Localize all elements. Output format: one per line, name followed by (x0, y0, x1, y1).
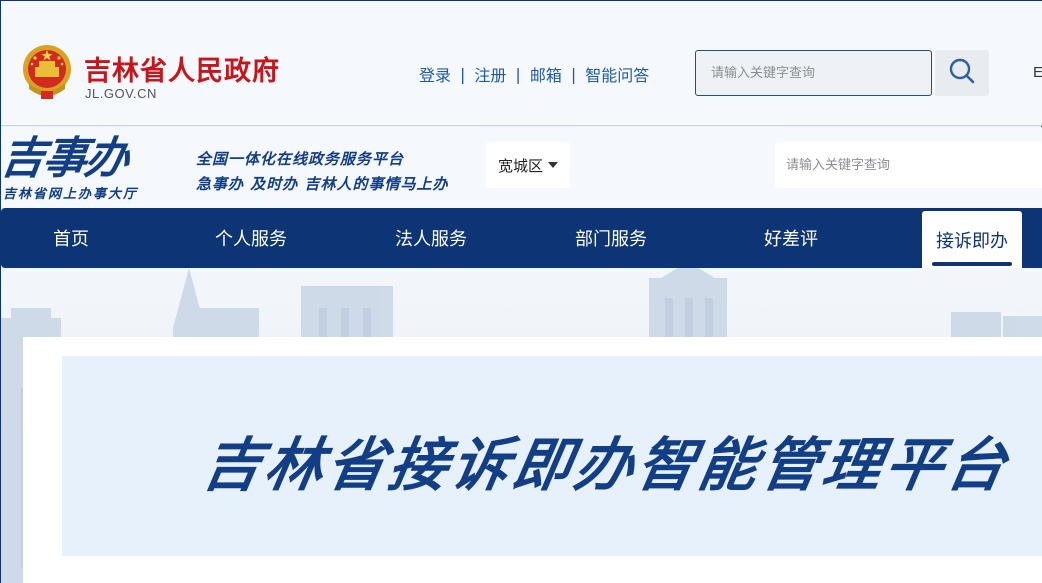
smart-qa-link[interactable]: 智能问答 (585, 62, 649, 86)
site-title[interactable]: 吉林省人民政府 (84, 49, 280, 88)
nav-item-department-services[interactable]: 部门服务 (551, 208, 671, 268)
nav-item-ratings[interactable]: 好差评 (731, 208, 851, 268)
link-separator: | (460, 64, 466, 84)
platform-banner: 吉林省接诉即办智能管理平台 (62, 356, 1042, 556)
nav-item-legal-entity-services[interactable]: 法人服务 (371, 208, 491, 268)
top-search-input[interactable] (696, 51, 931, 95)
language-link[interactable]: E (1033, 64, 1042, 81)
top-links: 登录 | 注册 | 邮箱 | 智能问答 (419, 62, 649, 86)
register-link[interactable]: 注册 (474, 62, 506, 86)
portal-search-box (775, 142, 1042, 188)
link-separator: | (570, 64, 577, 84)
site-domain: JL.GOV.CN (85, 86, 157, 101)
main-nav: 首页 个人服务 法人服务 部门服务 好差评 接诉即办 (1, 208, 1042, 268)
mailbox-link[interactable]: 邮箱 (530, 62, 562, 86)
gov-header: 吉林省人民政府 JL.GOV.CN 登录 | 注册 | 邮箱 | 智能问答 E (1, 1, 1042, 126)
banner-title: 吉林省接诉即办智能管理平台 (197, 431, 1016, 499)
portal-slogan-secondary: 急事办 及时办 吉林人的事情马上办 (196, 175, 449, 193)
region-select[interactable]: 宽城区 (486, 142, 570, 188)
top-search-button[interactable] (935, 50, 989, 96)
link-separator: | (515, 64, 521, 84)
nav-item-personal-services[interactable]: 个人服务 (191, 208, 311, 268)
login-link[interactable]: 登录 (419, 62, 451, 86)
portal-logo-subtitle: 吉林省网上办事大厅 (3, 187, 139, 202)
portal-search-input[interactable] (775, 142, 1042, 188)
search-icon (948, 57, 976, 89)
region-select-label: 宽城区 (497, 156, 543, 175)
portal-logo[interactable]: 吉事办 (0, 133, 131, 184)
caret-down-icon (548, 162, 558, 168)
portal-band: 吉事办 吉林省网上办事大厅 全国一体化在线政务服务平台 急事办 及时办 吉林人的… (0, 127, 1042, 209)
nav-item-home[interactable]: 首页 (11, 208, 131, 268)
top-search-box (695, 50, 932, 96)
national-emblem-icon[interactable] (21, 43, 73, 101)
nav-item-complaint-handling[interactable]: 接诉即办 (922, 211, 1022, 268)
portal-slogan-primary: 全国一体化在线政务服务平台 (196, 150, 405, 168)
